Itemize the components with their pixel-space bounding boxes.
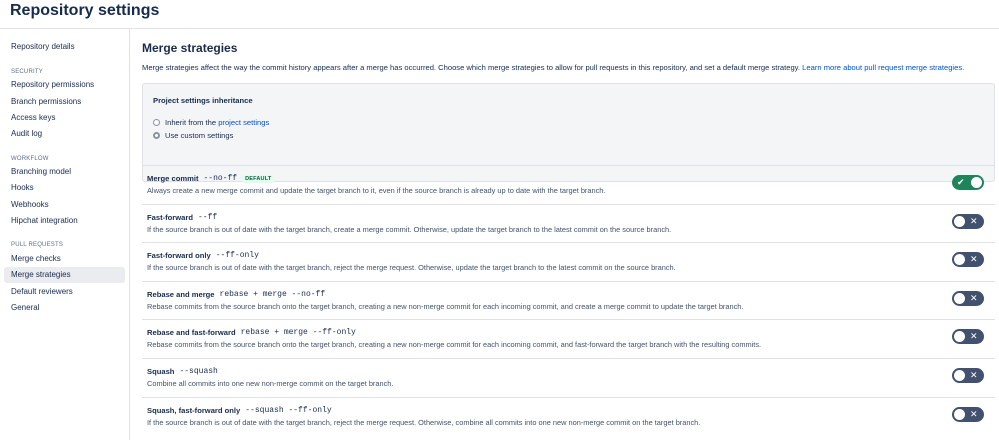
- close-icon: ✕: [970, 216, 978, 226]
- strategy-description: Always create a new merge commit and upd…: [147, 186, 606, 195]
- strategy-row: Squash --squash Combine all commits into o…: [142, 358, 995, 396]
- strategy-name: Fast-forward only: [147, 251, 211, 260]
- sidebar-item-default-reviewers[interactable]: Default reviewers: [4, 284, 125, 300]
- section-title: Merge strategies: [142, 41, 238, 55]
- radio-inherit-text: Inherit from the: [165, 117, 217, 127]
- sidebar-heading-security: SECURITY: [11, 69, 43, 75]
- toggle-knob: [971, 177, 982, 188]
- radio-custom-label: Use custom settings: [165, 130, 234, 140]
- strategy-description: Combine all commits into one new non-mer…: [147, 379, 394, 388]
- sidebar-item-webhooks[interactable]: Webhooks: [4, 197, 125, 213]
- strategy-title: Squash --squash: [147, 367, 218, 376]
- strategy-toggle[interactable]: ✕: [952, 329, 984, 344]
- sidebar-item-general[interactable]: General: [4, 300, 125, 316]
- strategy-toggle[interactable]: ✕: [952, 214, 984, 229]
- radio-inherit[interactable]: [153, 118, 160, 126]
- strategy-git-flag: --no-ff: [203, 174, 238, 183]
- sidebar-item-access-keys[interactable]: Access keys: [4, 110, 125, 126]
- default-badge: DEFAULT: [242, 174, 275, 183]
- toggle-knob: [954, 331, 965, 342]
- strategy-description: Rebase commits from the source branch on…: [147, 302, 744, 311]
- strategy-description: If the source branch is out of date with…: [147, 263, 676, 272]
- main-content: Merge strategies Merge strategies affect…: [131, 29, 999, 440]
- strategy-toggle[interactable]: ✕: [952, 252, 984, 267]
- check-icon: ✔: [957, 177, 965, 187]
- radio-inherit-label: Inherit from the project settings: [165, 118, 269, 127]
- strategy-row: Fast-forward only --ff-only If the source …: [142, 242, 995, 280]
- strategy-git-flag: --squash --ff-only: [245, 406, 332, 415]
- radio-custom[interactable]: [153, 131, 160, 139]
- strategy-toggle[interactable]: ✕: [952, 291, 984, 306]
- strategy-toggle[interactable]: ✕: [952, 407, 984, 422]
- radio-inherit-option[interactable]: Inherit from the project settings: [153, 116, 269, 128]
- strategy-name: Rebase and fast-forward: [147, 328, 236, 337]
- sidebar-item-merge-checks[interactable]: Merge checks: [4, 251, 125, 267]
- sidebar-item-branching-model[interactable]: Branching model: [4, 164, 125, 180]
- toggle-knob: [954, 409, 965, 420]
- sidebar-nav: Repository details SECURITY Repository p…: [0, 29, 130, 440]
- strategy-title: Rebase and merge rebase + merge --no-ff: [147, 290, 325, 299]
- sidebar-item-repository-permissions[interactable]: Repository permissions: [4, 77, 125, 93]
- learn-more-link[interactable]: Learn more about pull request merge stra…: [802, 63, 964, 72]
- strategy-row: Merge commit --no-ff DEFAULT Always create …: [142, 165, 995, 203]
- close-icon: ✕: [970, 293, 978, 303]
- sidebar-item-audit-log[interactable]: Audit log: [4, 126, 125, 142]
- strategy-title: Squash, fast-forward only --squash --ff-o…: [147, 406, 332, 415]
- strategy-row: Fast-forward --ff If the source branch is …: [142, 204, 995, 242]
- description-text: Merge strategies affect the way the comm…: [142, 63, 801, 72]
- strategy-row: Rebase and merge rebase + merge --no-ff Re…: [142, 281, 995, 319]
- strategy-toggle[interactable]: ✔: [952, 175, 984, 190]
- strategy-name: Squash: [147, 367, 175, 376]
- strategy-name: Fast-forward: [147, 213, 193, 222]
- strategy-description: Rebase commits from the source branch on…: [147, 340, 762, 349]
- toggle-knob: [954, 254, 965, 265]
- sidebar-heading-workflow: WORKFLOW: [11, 156, 49, 162]
- section-description: Merge strategies affect the way the comm…: [142, 63, 964, 72]
- strategy-git-flag: --ff-only: [215, 251, 259, 260]
- toggle-knob: [954, 216, 965, 227]
- strategy-row: Squash, fast-forward only --squash --ff-o…: [142, 397, 995, 435]
- strategy-toggle[interactable]: ✕: [952, 368, 984, 383]
- strategy-description: If the source branch is out of date with…: [147, 418, 701, 427]
- close-icon: ✕: [970, 331, 978, 341]
- close-icon: ✕: [970, 409, 978, 419]
- sidebar-heading-pull-requests: PULL REQUESTS: [11, 242, 64, 248]
- close-icon: ✕: [970, 370, 978, 380]
- strategy-git-flag: --ff: [198, 213, 218, 222]
- strategy-name: Rebase and merge: [147, 290, 215, 299]
- toggle-knob: [954, 293, 965, 304]
- strategy-git-flag: rebase + merge --no-ff: [219, 290, 326, 299]
- sidebar-item-repository-details[interactable]: Repository details: [4, 39, 125, 55]
- strategy-git-flag: rebase + merge --ff-only: [240, 328, 356, 337]
- strategy-description: If the source branch is out of date with…: [147, 225, 672, 234]
- toggle-knob: [954, 370, 965, 381]
- strategy-title: Merge commit --no-ff DEFAULT: [147, 174, 275, 183]
- strategy-name: Squash, fast-forward only: [147, 406, 241, 415]
- strategy-name: Merge commit: [147, 174, 199, 183]
- strategy-title: Rebase and fast-forward rebase + merge --…: [147, 328, 356, 337]
- strategy-git-flag: --squash: [179, 367, 218, 376]
- sidebar-item-merge-strategies[interactable]: Merge strategies: [4, 267, 125, 283]
- close-icon: ✕: [970, 254, 978, 264]
- strategy-row: Rebase and fast-forward rebase + merge --…: [142, 319, 995, 357]
- strategy-title: Fast-forward only --ff-only: [147, 251, 259, 260]
- inheritance-heading: Project settings inheritance: [153, 96, 253, 105]
- sidebar-item-hooks[interactable]: Hooks: [4, 180, 125, 196]
- project-settings-link[interactable]: project settings: [218, 118, 269, 127]
- sidebar-item-hipchat-integration[interactable]: Hipchat integration: [4, 213, 125, 229]
- sidebar-item-branch-permissions[interactable]: Branch permissions: [4, 94, 125, 110]
- radio-custom-option[interactable]: Use custom settings: [153, 129, 233, 141]
- page-title: Repository settings: [10, 2, 160, 19]
- strategy-title: Fast-forward --ff: [147, 213, 217, 222]
- page-header: Repository settings: [0, 0, 999, 29]
